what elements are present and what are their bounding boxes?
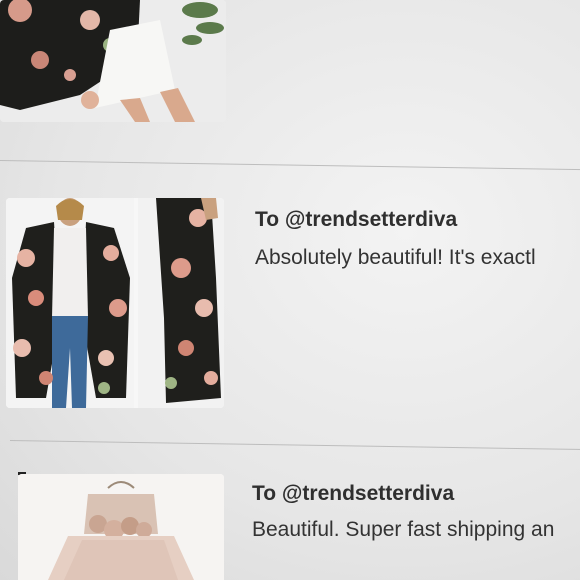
- divider: [0, 160, 580, 171]
- divider: [9, 440, 580, 451]
- review-3-text: Beautiful. Super fast shipping an: [252, 518, 555, 541]
- review-2-text: Absolutely beautiful! It's exactl: [255, 246, 536, 269]
- floral-kimono-photo: [0, 0, 226, 122]
- floral-kimono-photo: [6, 198, 224, 408]
- review-2-to-label[interactable]: To @trendsetterdiva: [255, 208, 457, 232]
- review-3-to-label[interactable]: To @trendsetterdiva: [252, 482, 454, 506]
- review-2-item-photo[interactable]: [6, 198, 224, 408]
- tulle-dress-photo: [18, 474, 224, 580]
- review-1-item-photo[interactable]: [0, 0, 226, 122]
- screen: To @trendsetterdiva Absolutely beautiful…: [0, 0, 580, 580]
- review-3-item-photo[interactable]: [18, 474, 224, 580]
